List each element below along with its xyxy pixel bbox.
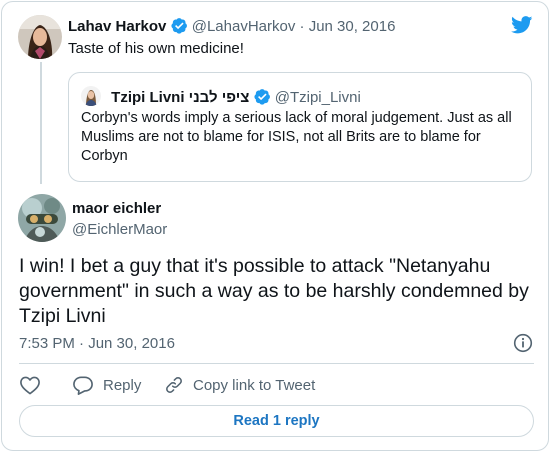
like-button[interactable] [19, 375, 50, 395]
embedded-tweet-card: Lahav Harkov @LahavHarkov · Jun 30, 2016… [1, 1, 549, 451]
quoted-author-name: Tzipi Livni ציפי לבני [111, 89, 250, 106]
heart-icon [20, 376, 40, 395]
reply-label: Reply [103, 376, 142, 394]
tzipi-livni-avatar [81, 86, 101, 106]
lahav-harkov-avatar[interactable] [18, 15, 62, 59]
parent-tweet-date[interactable]: Jun 30, 2016 [309, 18, 396, 35]
quoted-tweet[interactable]: Tzipi Livni ציפי לבני @Tzipi_Livni Corby… [68, 72, 532, 182]
link-icon [166, 377, 182, 393]
parent-author-handle[interactable]: @LahavHarkov [192, 18, 296, 35]
maor-eichler-avatar[interactable] [18, 194, 66, 242]
thread-connector-line [40, 62, 42, 184]
action-divider [19, 363, 534, 364]
quoted-author-handle: @Tzipi_Livni [274, 89, 361, 106]
main-author-name[interactable]: maor eichler [72, 200, 161, 217]
twitter-bird-icon[interactable] [511, 16, 533, 39]
verified-badge-icon [253, 88, 271, 109]
read-replies-button[interactable]: Read 1 reply [19, 405, 534, 437]
reply-button[interactable]: Reply [72, 375, 141, 395]
copy-link-label: Copy link to Tweet [193, 376, 316, 394]
parent-tweet-header: Lahav Harkov @LahavHarkov · Jun 30, 2016 [68, 17, 395, 38]
parent-tweet-text: Taste of his own medicine! [68, 40, 244, 57]
header-separator: · [299, 18, 305, 35]
main-tweet-text: I win! I bet a guy that it's possible to… [19, 255, 529, 327]
quoted-tweet-text: Corbyn's words imply a serious lack of m… [81, 110, 512, 164]
copy-link-button[interactable]: Copy link to Tweet [164, 375, 315, 395]
parent-author-name[interactable]: Lahav Harkov [68, 18, 166, 35]
quoted-tweet-header: Tzipi Livni ציפי לבני @Tzipi_Livni [81, 86, 361, 109]
verified-badge-icon [170, 17, 188, 38]
main-tweet-timestamp[interactable]: 7:53 PM · Jun 30, 2016 [19, 335, 175, 352]
info-icon[interactable] [513, 333, 533, 358]
reply-bubble-icon [73, 376, 93, 395]
main-author-handle[interactable]: @EichlerMaor [72, 221, 167, 238]
